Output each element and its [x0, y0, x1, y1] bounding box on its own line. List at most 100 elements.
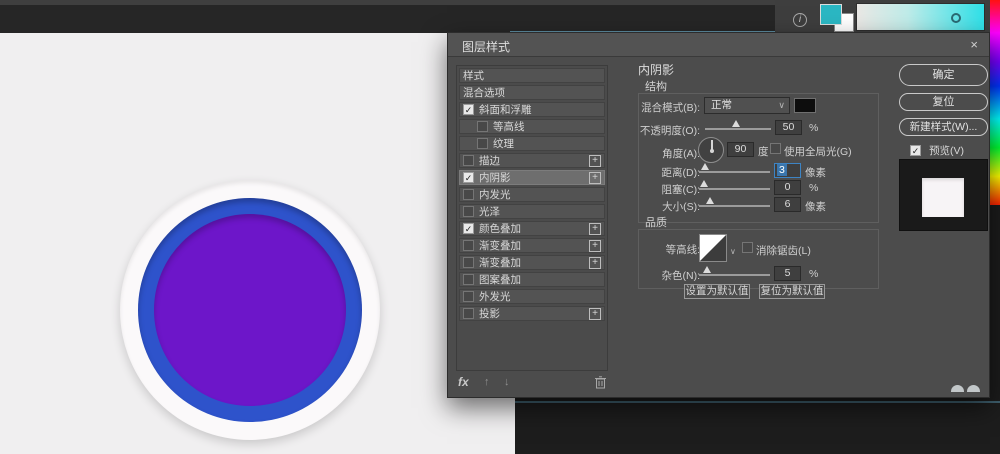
blend-mode-label: 混合模式(B):: [641, 100, 700, 115]
checkbox-icon[interactable]: [477, 138, 488, 149]
distance-input[interactable]: 3: [774, 163, 801, 178]
add-effect-icon[interactable]: +: [589, 172, 601, 184]
distance-slider[interactable]: [699, 171, 770, 173]
style-item-outer-glow[interactable]: 外发光: [459, 289, 605, 304]
style-item-gradient-overlay-2[interactable]: 渐变叠加 +: [459, 255, 605, 270]
document-canvas[interactable]: [0, 33, 515, 454]
add-effect-icon[interactable]: +: [589, 223, 601, 235]
circle-shape-outer[interactable]: [120, 180, 380, 440]
checkbox-icon[interactable]: [477, 121, 488, 132]
info-icon: i: [793, 13, 807, 27]
quality-legend: 品质: [645, 214, 667, 230]
noise-input[interactable]: 5: [774, 266, 801, 281]
angle-label: 角度(A):: [662, 146, 700, 161]
set-default-button[interactable]: 设置为默认值: [684, 284, 750, 299]
style-item-color-overlay[interactable]: ✓ 颜色叠加 +: [459, 221, 605, 236]
checkbox-icon[interactable]: ✓: [463, 223, 474, 234]
color-picker-panel: i: [775, 0, 1000, 33]
style-item-pattern-overlay[interactable]: 图案叠加: [459, 272, 605, 287]
style-item-gradient-overlay-1[interactable]: 渐变叠加 +: [459, 238, 605, 253]
size-label: 大小(S):: [662, 199, 700, 214]
style-item-stroke[interactable]: 描边 +: [459, 153, 605, 168]
add-effect-icon[interactable]: +: [589, 308, 601, 320]
dialog-titlebar[interactable]: 图层样式 ×: [448, 33, 989, 57]
preview-checkbox[interactable]: ✓: [910, 145, 921, 156]
opacity-unit: %: [809, 122, 818, 134]
checkbox-icon[interactable]: [463, 240, 474, 251]
reset-default-button[interactable]: 复位为默认值: [759, 284, 825, 299]
add-effect-icon[interactable]: +: [589, 257, 601, 269]
style-item-contour[interactable]: 等高线: [459, 119, 605, 134]
effect-header: 内阴影: [638, 61, 674, 78]
angle-input[interactable]: 90: [727, 142, 754, 157]
checkbox-icon[interactable]: [463, 291, 474, 302]
quality-group: 品质 等高线: ∨ 消除锯齿(L) 杂色(N): 5 %: [638, 229, 879, 289]
size-input[interactable]: 6: [774, 197, 801, 212]
opacity-label: 不透明度(O):: [640, 123, 700, 138]
preview-label: 预览(V): [929, 145, 964, 157]
dialog-title: 图层样式: [462, 38, 510, 55]
style-item-blending-options[interactable]: 混合选项: [459, 85, 605, 100]
noise-slider[interactable]: [699, 274, 770, 276]
opacity-slider-thumb[interactable]: [732, 120, 740, 127]
effect-preview-thumbnail: [899, 159, 988, 231]
checkbox-icon[interactable]: [463, 274, 474, 285]
choke-slider-thumb[interactable]: [700, 180, 708, 187]
move-effect-up-icon[interactable]: ↑: [484, 376, 490, 388]
style-item-inner-shadow[interactable]: ✓ 内阴影 +: [459, 170, 605, 185]
choke-slider[interactable]: [699, 188, 770, 190]
checkbox-icon[interactable]: ✓: [463, 104, 474, 115]
fx-icon[interactable]: fx: [458, 375, 469, 389]
delete-effect-icon[interactable]: [595, 376, 606, 389]
style-item-satin[interactable]: 光泽: [459, 204, 605, 219]
size-unit: 像素: [805, 199, 826, 214]
saturation-brightness-field[interactable]: [856, 3, 985, 31]
circle-shape-fill: [154, 214, 346, 406]
angle-dial[interactable]: [698, 137, 724, 163]
circle-shape-ring: [138, 198, 362, 422]
shadow-color-swatch[interactable]: [794, 98, 816, 113]
dialog-grip-dot: [951, 385, 964, 392]
styles-list-toolbar: fx ↑ ↓: [456, 375, 608, 391]
checkbox-icon[interactable]: ✓: [463, 172, 474, 183]
style-item-styles[interactable]: 样式: [459, 68, 605, 83]
opacity-input[interactable]: 50: [775, 120, 802, 135]
styles-list: 样式 混合选项 ✓ 斜面和浮雕 等高线 纹理 描边 +: [456, 65, 608, 371]
distance-slider-thumb[interactable]: [701, 163, 709, 170]
checkbox-icon[interactable]: [463, 308, 474, 319]
add-effect-icon[interactable]: +: [589, 240, 601, 252]
ok-button[interactable]: 确定: [899, 64, 988, 86]
checkbox-icon[interactable]: [463, 257, 474, 268]
close-icon[interactable]: ×: [970, 37, 978, 52]
add-effect-icon[interactable]: +: [589, 155, 601, 167]
chevron-down-icon: ∨: [778, 98, 785, 113]
structure-group: 结构 混合模式(B): 正常 ∨ 不透明度(O): 50 % 角度(A): 90…: [638, 93, 879, 223]
size-slider[interactable]: [699, 205, 770, 207]
checkbox-icon[interactable]: [463, 155, 474, 166]
preview-toggle-row: ✓ 预览(V): [910, 143, 964, 158]
style-item-inner-glow[interactable]: 内发光: [459, 187, 605, 202]
blend-mode-select[interactable]: 正常 ∨: [704, 97, 790, 114]
choke-unit: %: [809, 182, 818, 194]
color-field-marker[interactable]: [951, 13, 961, 23]
noise-slider-thumb[interactable]: [703, 266, 711, 273]
checkbox-icon[interactable]: [463, 206, 474, 217]
chevron-down-icon[interactable]: ∨: [730, 247, 736, 256]
opacity-slider[interactable]: [705, 128, 771, 130]
size-slider-thumb[interactable]: [706, 197, 714, 204]
contour-preview-icon: [700, 235, 726, 261]
foreground-color-swatch[interactable]: [820, 4, 842, 25]
contour-picker[interactable]: [699, 234, 727, 262]
checkbox-icon[interactable]: [463, 189, 474, 200]
choke-input[interactable]: 0: [774, 180, 801, 195]
global-light-label: 使用全局光(G): [784, 144, 852, 159]
style-item-drop-shadow[interactable]: 投影 +: [459, 306, 605, 321]
new-style-button[interactable]: 新建样式(W)...: [899, 118, 988, 136]
reset-button[interactable]: 复位: [899, 93, 988, 111]
global-light-checkbox[interactable]: [770, 143, 781, 154]
hue-slider[interactable]: [990, 0, 1000, 205]
antialias-checkbox[interactable]: [742, 242, 753, 253]
move-effect-down-icon[interactable]: ↓: [504, 376, 510, 388]
style-item-texture[interactable]: 纹理: [459, 136, 605, 151]
style-item-bevel-emboss[interactable]: ✓ 斜面和浮雕: [459, 102, 605, 117]
